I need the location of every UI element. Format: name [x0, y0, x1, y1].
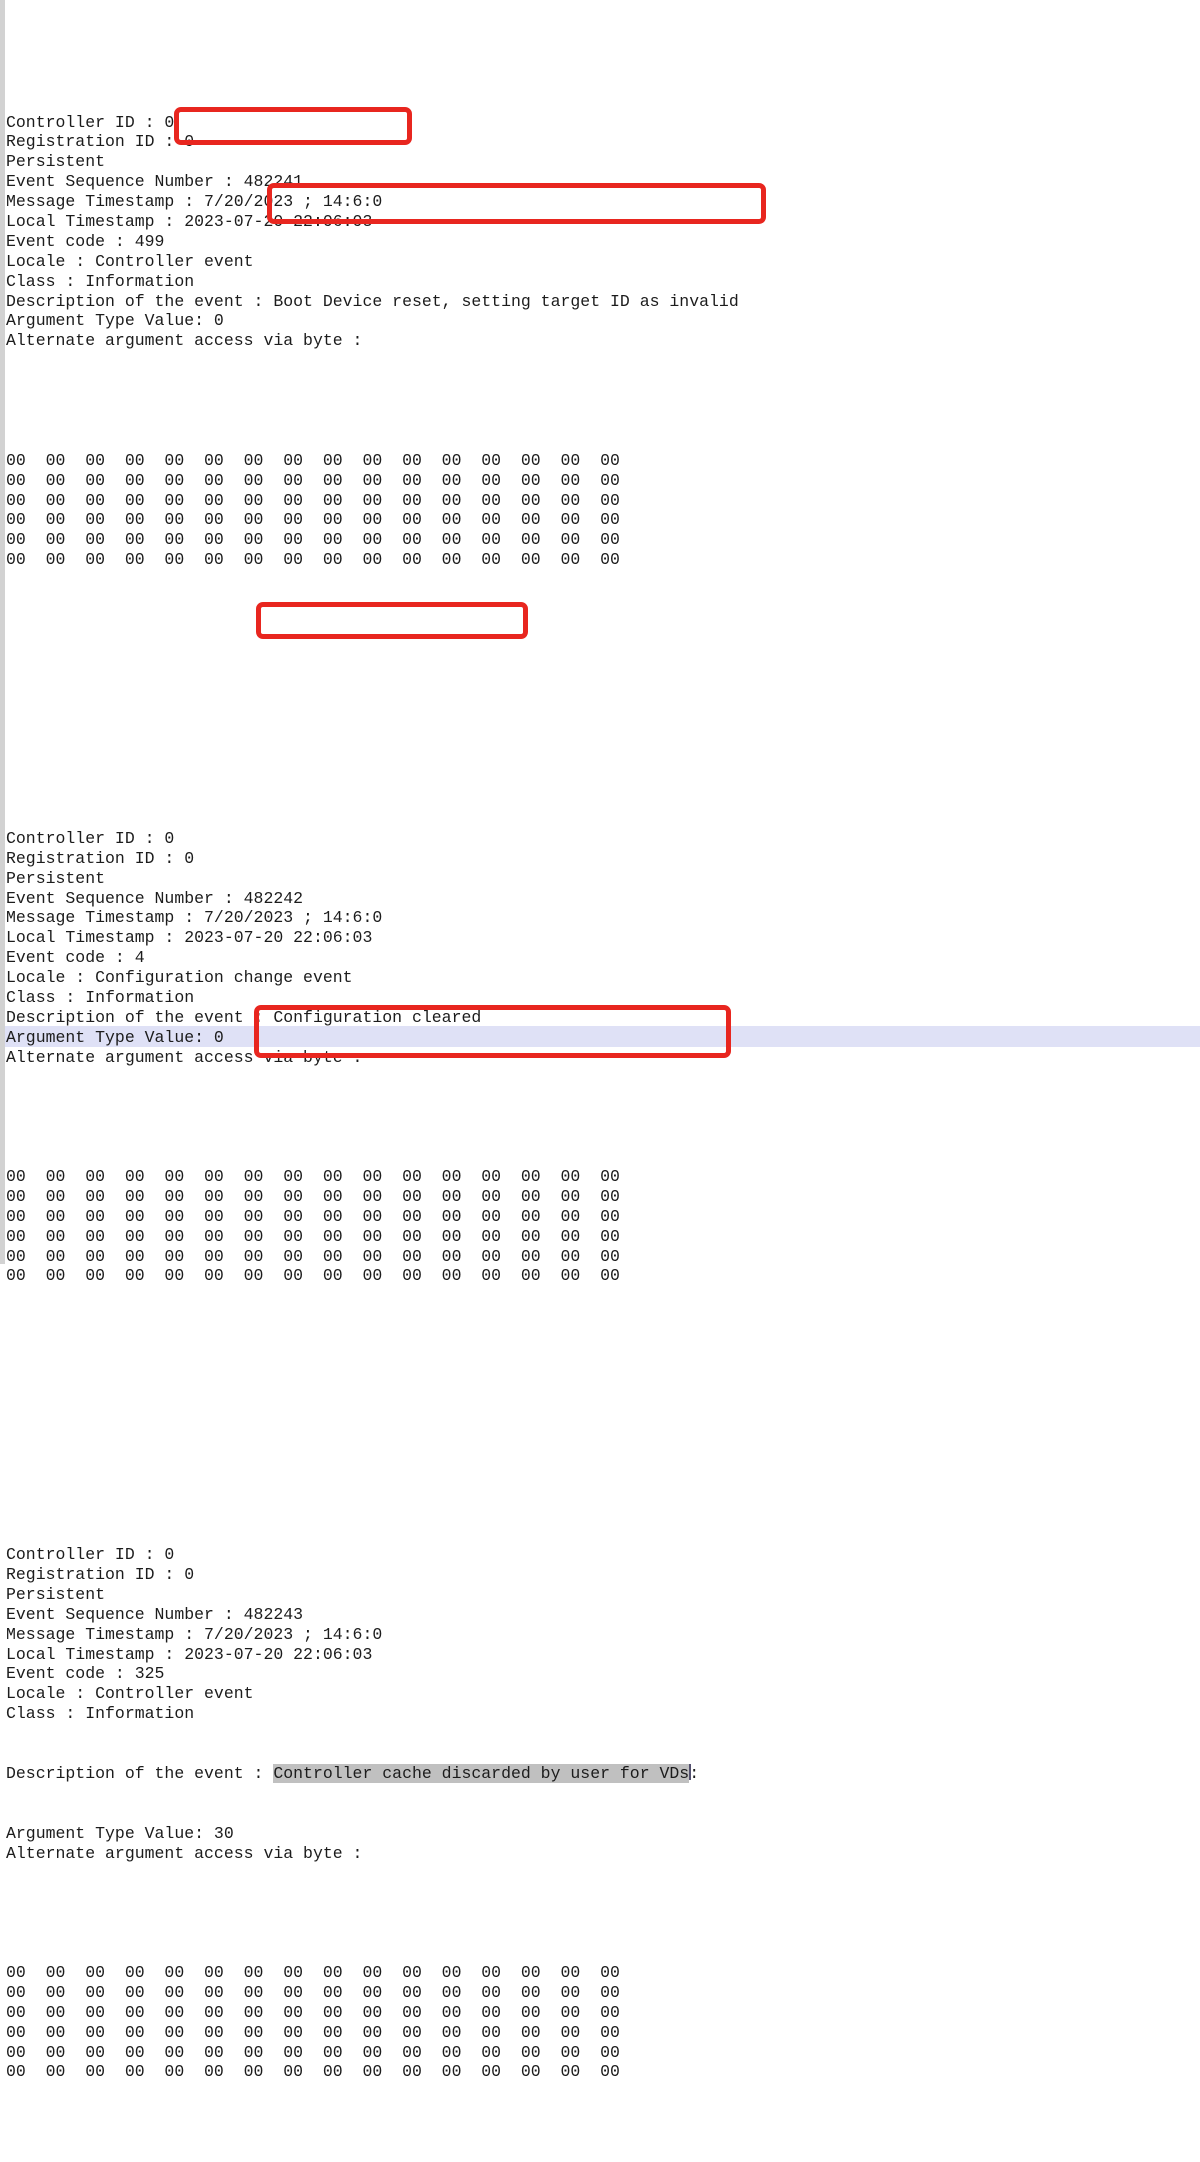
log-line: Persistent [6, 869, 739, 889]
log-line: Description of the event : Boot Device r… [6, 292, 739, 312]
blank-line [6, 1107, 739, 1127]
hex-dump-row: 00 00 00 00 00 00 00 00 00 00 00 00 00 0… [6, 2043, 739, 2063]
log-line: Argument Type Value: 30 [6, 1824, 739, 1844]
log-line: Persistent [6, 1585, 739, 1605]
description-label: Description of the event : [6, 1764, 273, 1783]
annotation-box-local-timestamp [174, 107, 412, 145]
hex-dump-row: 00 00 00 00 00 00 00 00 00 00 00 00 00 0… [6, 1983, 739, 2003]
log-line: Argument Type Value: 0 [6, 311, 739, 331]
blank-line [6, 391, 739, 411]
log-line: Alternate argument access via byte : [6, 331, 739, 351]
annotation-box-cache-discarded [254, 1005, 731, 1058]
log-line: Event Sequence Number : 482242 [6, 889, 739, 909]
hex-dump-row: 00 00 00 00 00 00 00 00 00 00 00 00 00 0… [6, 1207, 739, 1227]
log-line: Class : Information [6, 272, 739, 292]
left-border-strip [0, 0, 5, 1264]
hex-dump-row: 00 00 00 00 00 00 00 00 00 00 00 00 00 0… [6, 1227, 739, 1247]
blank-line [6, 670, 739, 690]
blank-line [6, 1903, 739, 1923]
log-line: Locale : Controller event [6, 252, 739, 272]
log-line: Class : Information [6, 1704, 739, 1724]
log-line: Locale : Configuration change event [6, 968, 739, 988]
hex-dump-row: 00 00 00 00 00 00 00 00 00 00 00 00 00 0… [6, 451, 739, 471]
log-line: Controller ID : 0 [6, 1545, 739, 1565]
selected-text: Controller cache discarded by user for V… [273, 1764, 689, 1783]
log-line: Event code : 4 [6, 948, 739, 968]
log-line: Controller ID : 0 [6, 829, 739, 849]
log-line: Locale : Controller event [6, 1684, 739, 1704]
log-line: Persistent [6, 152, 739, 172]
hex-dump-row: 00 00 00 00 00 00 00 00 00 00 00 00 00 0… [6, 471, 739, 491]
hex-dump-row: 00 00 00 00 00 00 00 00 00 00 00 00 00 0… [6, 1963, 739, 1983]
event-block-3: Controller ID : 0Registration ID : 0Pers… [6, 1505, 739, 2122]
hex-dump-row: 00 00 00 00 00 00 00 00 00 00 00 00 00 0… [6, 530, 739, 550]
log-line: Message Timestamp : 7/20/2023 ; 14:6:0 [6, 1625, 739, 1645]
hex-dump-row: 00 00 00 00 00 00 00 00 00 00 00 00 00 0… [6, 491, 739, 511]
annotation-box-boot-device-reset [267, 183, 766, 224]
log-line: Event code : 325 [6, 1664, 739, 1684]
hex-dump-row: 00 00 00 00 00 00 00 00 00 00 00 00 00 0… [6, 2062, 739, 2082]
hex-dump-row: 00 00 00 00 00 00 00 00 00 00 00 00 00 0… [6, 2023, 739, 2043]
blank-line [6, 1386, 739, 1406]
blank-line [6, 1326, 739, 1346]
hex-dump-row: 00 00 00 00 00 00 00 00 00 00 00 00 00 0… [6, 1167, 739, 1187]
hex-dump-row: 00 00 00 00 00 00 00 00 00 00 00 00 00 0… [6, 1266, 739, 1286]
log-line: Registration ID : 0 [6, 1565, 739, 1585]
hex-dump-row: 00 00 00 00 00 00 00 00 00 00 00 00 00 0… [6, 2003, 739, 2023]
hex-dump-row: 00 00 00 00 00 00 00 00 00 00 00 00 00 0… [6, 1187, 739, 1207]
log-line-description-selected: Description of the event : Controller ca… [6, 1764, 739, 1784]
hex-dump-row: 00 00 00 00 00 00 00 00 00 00 00 00 00 0… [6, 550, 739, 570]
log-line: Local Timestamp : 2023-07-20 22:06:03 [6, 928, 739, 948]
log-line: Alternate argument access via byte : [6, 1844, 739, 1864]
log-line: Message Timestamp : 7/20/2023 ; 14:6:0 [6, 908, 739, 928]
event-log-text-area[interactable]: Controller ID : 0Registration ID : 0Pers… [6, 13, 739, 2162]
description-suffix: : [689, 1764, 699, 1783]
hex-dump-row: 00 00 00 00 00 00 00 00 00 00 00 00 00 0… [6, 510, 739, 530]
log-line: Local Timestamp : 2023-07-20 22:06:03 [6, 1645, 739, 1665]
event-block-2: Controller ID : 0Registration ID : 0Pers… [6, 789, 739, 1446]
log-line: Event code : 499 [6, 232, 739, 252]
annotation-box-configuration-cleared [256, 602, 528, 639]
log-line: Registration ID : 0 [6, 849, 739, 869]
log-line: Event Sequence Number : 482243 [6, 1605, 739, 1625]
